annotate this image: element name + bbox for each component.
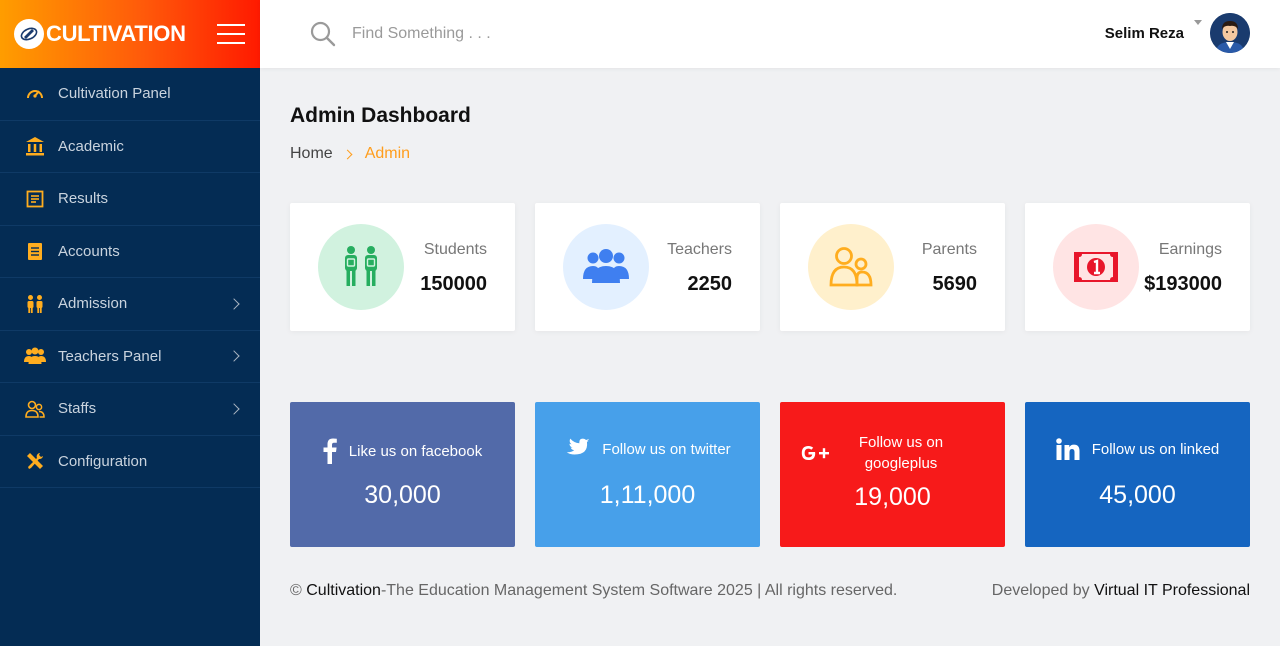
- students-icon: [24, 293, 46, 315]
- brand-logo-icon[interactable]: [14, 19, 44, 49]
- user-name[interactable]: Selim Reza: [1105, 25, 1184, 42]
- copyright-symbol: ©: [290, 582, 302, 599]
- breadcrumb-home[interactable]: Home: [290, 145, 333, 163]
- sidebar-menu: Cultivation Panel Academic Results Accou…: [0, 68, 260, 488]
- page-title: Admin Dashboard: [290, 104, 471, 127]
- top-header: Selim Reza: [260, 0, 1280, 68]
- speedometer-icon: [24, 83, 46, 105]
- linkedin-icon: [1055, 438, 1080, 460]
- sidebar-item-label: Configuration: [58, 452, 148, 470]
- sidebar-item-label: Teachers Panel: [58, 347, 162, 365]
- sidebar-item-configuration[interactable]: Configuration: [0, 436, 260, 488]
- social-count: 1,11,000: [599, 481, 696, 509]
- social-count: 19,000: [854, 483, 931, 511]
- brand-name[interactable]: CULTIVATION: [46, 21, 186, 47]
- social-label: Follow us on googleplus: [846, 432, 956, 474]
- social-count: 30,000: [364, 481, 441, 509]
- social-count: 45,000: [1099, 481, 1176, 509]
- parents-icon: [808, 224, 894, 310]
- sidebar-item-label: Accounts: [58, 242, 120, 260]
- social-label: Follow us on twitter: [602, 440, 731, 458]
- sidebar-item-label: Cultivation Panel: [58, 85, 171, 103]
- facebook-icon: [323, 438, 337, 464]
- social-card-header: Follow us on linked: [1025, 438, 1250, 460]
- money-icon: [1053, 224, 1139, 310]
- group-icon: [24, 345, 46, 367]
- social-card-header: Follow us on googleplus: [780, 432, 1005, 474]
- chevron-right-icon: [342, 149, 353, 159]
- footer-developer: Developed by Virtual IT Professional: [992, 582, 1250, 600]
- social-card-facebook[interactable]: Like us on facebook 30,000: [290, 402, 515, 547]
- avatar[interactable]: [1210, 13, 1250, 53]
- footer-text: -The Education Management System Softwar…: [380, 582, 898, 599]
- sidebar-item-teachers-panel[interactable]: Teachers Panel: [0, 331, 260, 383]
- sidebar-item-label: Results: [58, 190, 109, 208]
- social-label: Like us on facebook: [348, 442, 483, 460]
- sidebar-item-admission[interactable]: Admission: [0, 278, 260, 331]
- sidebar-item-label: Staffs: [58, 400, 97, 418]
- stat-label: Students: [423, 241, 487, 258]
- stat-value: $193000: [1144, 273, 1222, 295]
- footer-brand[interactable]: Cultivation: [306, 582, 381, 599]
- chevron-right-icon: [228, 350, 240, 362]
- sidebar-item-label: Admission: [58, 295, 128, 313]
- stat-value: 150000: [420, 273, 487, 295]
- group-icon: [563, 224, 649, 310]
- social-card-header: Like us on facebook: [290, 438, 515, 464]
- sidebar-item-results[interactable]: Results: [0, 173, 260, 226]
- social-card-twitter[interactable]: Follow us on twitter 1,11,000: [535, 402, 760, 547]
- stat-value: 5690: [932, 273, 978, 295]
- social-label: Follow us on linked: [1091, 440, 1220, 458]
- chevron-right-icon: [228, 403, 240, 415]
- tools-icon: [24, 450, 46, 472]
- social-card-header: Follow us on twitter: [535, 438, 760, 460]
- social-card-googleplus[interactable]: Follow us on googleplus 19,000: [780, 402, 1005, 547]
- sidebar: CULTIVATION Cultivation Panel Academic R…: [0, 0, 260, 646]
- chevron-right-icon: [228, 298, 240, 310]
- staff-icon: [24, 398, 46, 420]
- stat-card-earnings: Earnings $193000: [1025, 203, 1250, 331]
- caret-down-icon[interactable]: [1194, 20, 1202, 25]
- social-label-line2: googleplus: [864, 455, 938, 472]
- document-icon: [24, 188, 46, 210]
- social-card-linkedin[interactable]: Follow us on linked 45,000: [1025, 402, 1250, 547]
- footer-copyright: © Cultivation-The Education Management S…: [290, 582, 897, 600]
- stat-value: 2250: [687, 273, 733, 295]
- stat-label: Earnings: [1158, 241, 1222, 258]
- footer-developed-by: Developed by: [991, 582, 1090, 599]
- breadcrumb: Home Admin: [290, 145, 410, 163]
- stat-label: Parents: [921, 241, 977, 258]
- students-icon: [318, 224, 404, 310]
- brand-bar: CULTIVATION: [0, 0, 260, 68]
- stat-card-students: Students 150000: [290, 203, 515, 331]
- twitter-icon: [564, 438, 590, 460]
- sidebar-item-accounts[interactable]: Accounts: [0, 226, 260, 278]
- stat-label: Teachers: [667, 241, 732, 258]
- sidebar-item-staffs[interactable]: Staffs: [0, 383, 260, 436]
- social-label-line1: Follow us on: [858, 434, 944, 451]
- search-icon[interactable]: [310, 21, 336, 52]
- sidebar-item-academic[interactable]: Academic: [0, 121, 260, 173]
- footer-developer-link[interactable]: Virtual IT Professional: [1094, 582, 1250, 599]
- breadcrumb-current: Admin: [364, 145, 411, 162]
- search-input[interactable]: [352, 20, 652, 48]
- menu-toggle-icon[interactable]: [217, 24, 245, 44]
- sidebar-item-label: Academic: [58, 137, 124, 155]
- bank-icon: [24, 135, 46, 157]
- notepad-icon: [24, 240, 46, 262]
- stat-card-parents: Parents 5690: [780, 203, 1005, 331]
- stat-card-teachers: Teachers 2250: [535, 203, 760, 331]
- sidebar-item-cultivation-panel[interactable]: Cultivation Panel: [0, 68, 260, 121]
- google-plus-icon: [800, 443, 832, 463]
